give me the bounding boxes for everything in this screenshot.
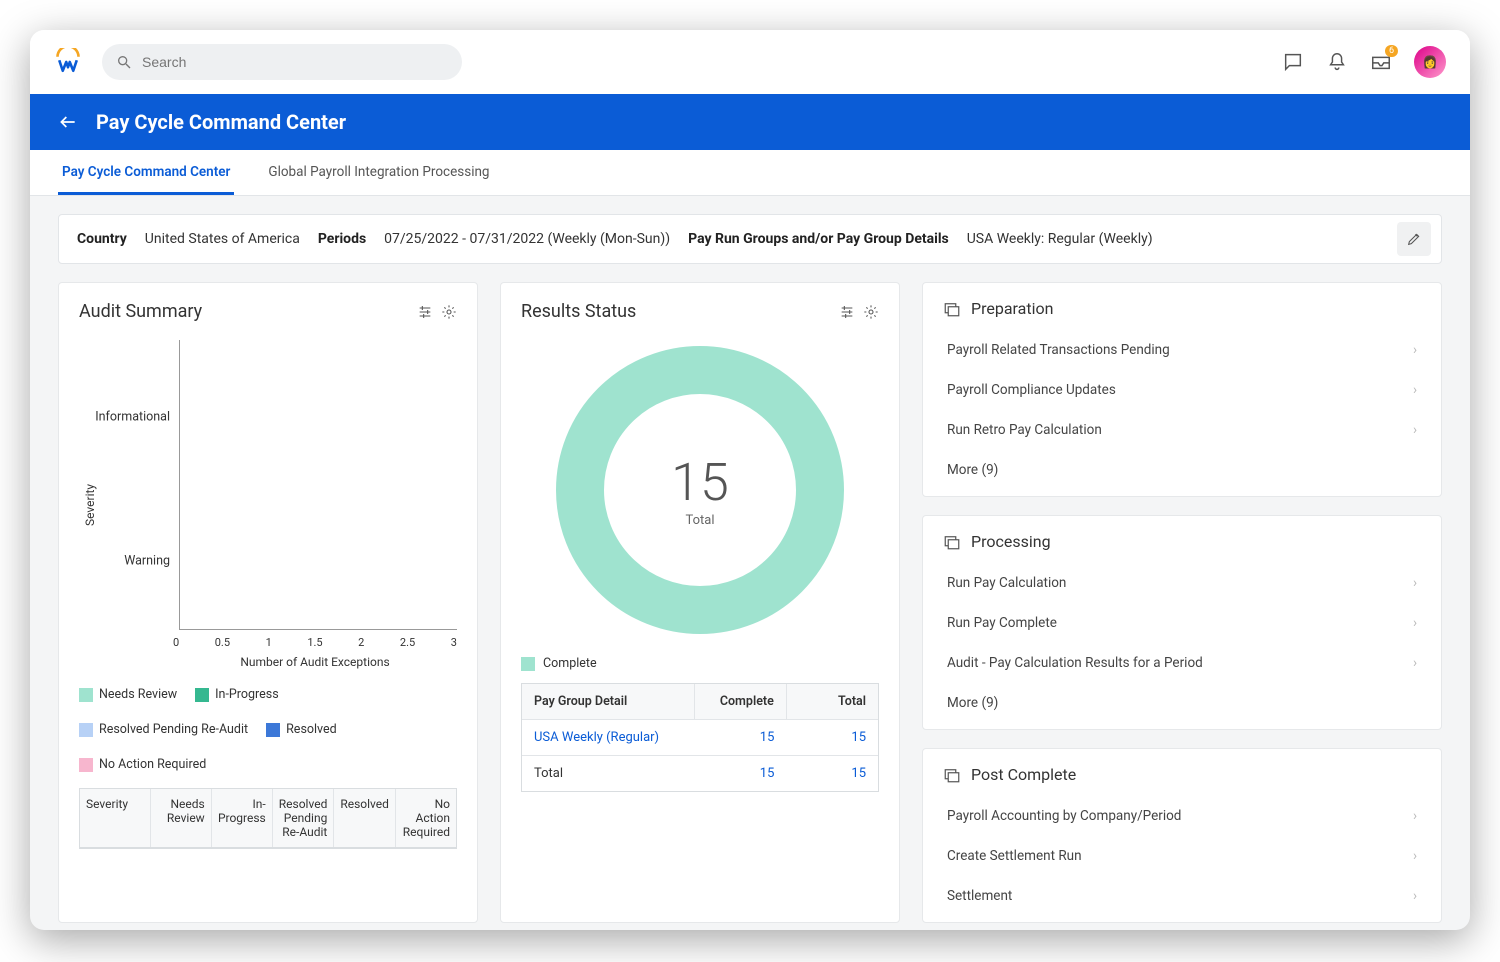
task-item-more[interactable]: More (9): [943, 683, 1421, 723]
audit-x-axis-label: Number of Audit Exceptions: [173, 655, 457, 669]
results-donut-chart: 15 Total: [550, 340, 850, 640]
chevron-right-icon: ›: [1413, 422, 1417, 438]
topbar: 6 👩: [30, 30, 1470, 94]
chat-icon[interactable]: [1282, 51, 1304, 73]
audit-table: Severity Needs Review In-Progress Resolv…: [79, 788, 457, 849]
task-item[interactable]: Create Settlement Run›: [943, 836, 1421, 876]
task-group-preparation: Preparation Payroll Related Transactions…: [922, 282, 1442, 497]
task-group-title: Preparation: [971, 299, 1053, 318]
audit-x-ticks: 0 0.5 1 1.5 2 2.5 3: [173, 636, 457, 649]
stack-icon: [943, 300, 961, 318]
task-item[interactable]: Run Pay Calculation›: [943, 563, 1421, 603]
chevron-right-icon: ›: [1413, 848, 1417, 864]
audit-summary-card: Audit Summary Severity Informational: [58, 282, 478, 923]
search-box[interactable]: [102, 44, 462, 80]
audit-legend: Needs Review In-Progress Resolved Pendin…: [79, 687, 457, 772]
results-total-number: 15: [671, 452, 729, 513]
task-item[interactable]: Settlement›: [943, 876, 1421, 916]
search-input[interactable]: [142, 54, 448, 70]
gear-icon[interactable]: [441, 304, 457, 320]
results-table: Pay Group Detail Complete Total USA Week…: [521, 683, 879, 792]
chevron-right-icon: ›: [1413, 382, 1417, 398]
task-group-processing: Processing Run Pay Calculation› Run Pay …: [922, 515, 1442, 730]
results-status-title: Results Status: [521, 301, 636, 322]
results-status-card: Results Status 15 Total Complete: [500, 282, 900, 923]
workday-logo[interactable]: [54, 48, 82, 76]
filter-country-value: United States of America: [145, 231, 300, 247]
filter-periods-label: Periods: [318, 231, 366, 247]
task-item[interactable]: Run Retro Pay Calculation›: [943, 410, 1421, 450]
task-item[interactable]: Payroll Accounting by Company/Period›: [943, 796, 1421, 836]
inbox-badge: 6: [1385, 45, 1398, 57]
filter-groups-value: USA Weekly: Regular (Weekly): [967, 231, 1153, 247]
stack-icon: [943, 533, 961, 551]
task-groups: Preparation Payroll Related Transactions…: [922, 282, 1442, 923]
bell-icon[interactable]: [1326, 51, 1348, 73]
audit-chart: Informational Warning: [179, 340, 457, 630]
back-arrow-icon[interactable]: [58, 112, 78, 132]
search-icon: [116, 54, 132, 70]
avatar[interactable]: 👩: [1414, 46, 1446, 78]
table-row-total: Total 15 15: [522, 756, 878, 791]
task-item-more[interactable]: More (9): [943, 450, 1421, 490]
sliders-icon[interactable]: [417, 304, 433, 320]
audit-summary-title: Audit Summary: [79, 301, 202, 322]
tab-global-payroll[interactable]: Global Payroll Integration Processing: [264, 164, 493, 195]
tabs: Pay Cycle Command Center Global Payroll …: [30, 150, 1470, 196]
page-header: Pay Cycle Command Center: [30, 94, 1470, 150]
table-row: USA Weekly (Regular) 15 15: [522, 720, 878, 756]
page-title: Pay Cycle Command Center: [96, 110, 346, 134]
inbox-icon[interactable]: 6: [1370, 51, 1392, 73]
chevron-right-icon: ›: [1413, 808, 1417, 824]
audit-y-axis-label: Severity: [79, 340, 101, 669]
filter-groups-label: Pay Run Groups and/or Pay Group Details: [688, 231, 949, 247]
results-legend: Complete: [521, 656, 879, 671]
task-item[interactable]: Audit - Pay Calculation Results for a Pe…: [943, 643, 1421, 683]
pencil-icon: [1406, 231, 1422, 247]
chevron-right-icon: ›: [1413, 342, 1417, 358]
task-group-title: Processing: [971, 532, 1051, 551]
chevron-right-icon: ›: [1413, 615, 1417, 631]
task-item[interactable]: Run Pay Complete›: [943, 603, 1421, 643]
gear-icon[interactable]: [863, 304, 879, 320]
task-group-post-complete: Post Complete Payroll Accounting by Comp…: [922, 748, 1442, 923]
tab-command-center[interactable]: Pay Cycle Command Center: [58, 164, 234, 195]
edit-filters-button[interactable]: [1397, 222, 1431, 256]
pay-group-link[interactable]: USA Weekly (Regular): [534, 730, 659, 745]
task-group-title: Post Complete: [971, 765, 1076, 784]
sliders-icon[interactable]: [839, 304, 855, 320]
filter-periods-value: 07/25/2022 - 07/31/2022 (Weekly (Mon-Sun…: [384, 231, 670, 247]
chevron-right-icon: ›: [1413, 655, 1417, 671]
results-total-label: Total: [685, 513, 714, 528]
chevron-right-icon: ›: [1413, 888, 1417, 904]
filter-country-label: Country: [77, 231, 127, 247]
chevron-right-icon: ›: [1413, 575, 1417, 591]
task-item[interactable]: Payroll Compliance Updates›: [943, 370, 1421, 410]
task-item[interactable]: Payroll Related Transactions Pending›: [943, 330, 1421, 370]
stack-icon: [943, 766, 961, 784]
filter-bar: Country United States of America Periods…: [58, 214, 1442, 264]
